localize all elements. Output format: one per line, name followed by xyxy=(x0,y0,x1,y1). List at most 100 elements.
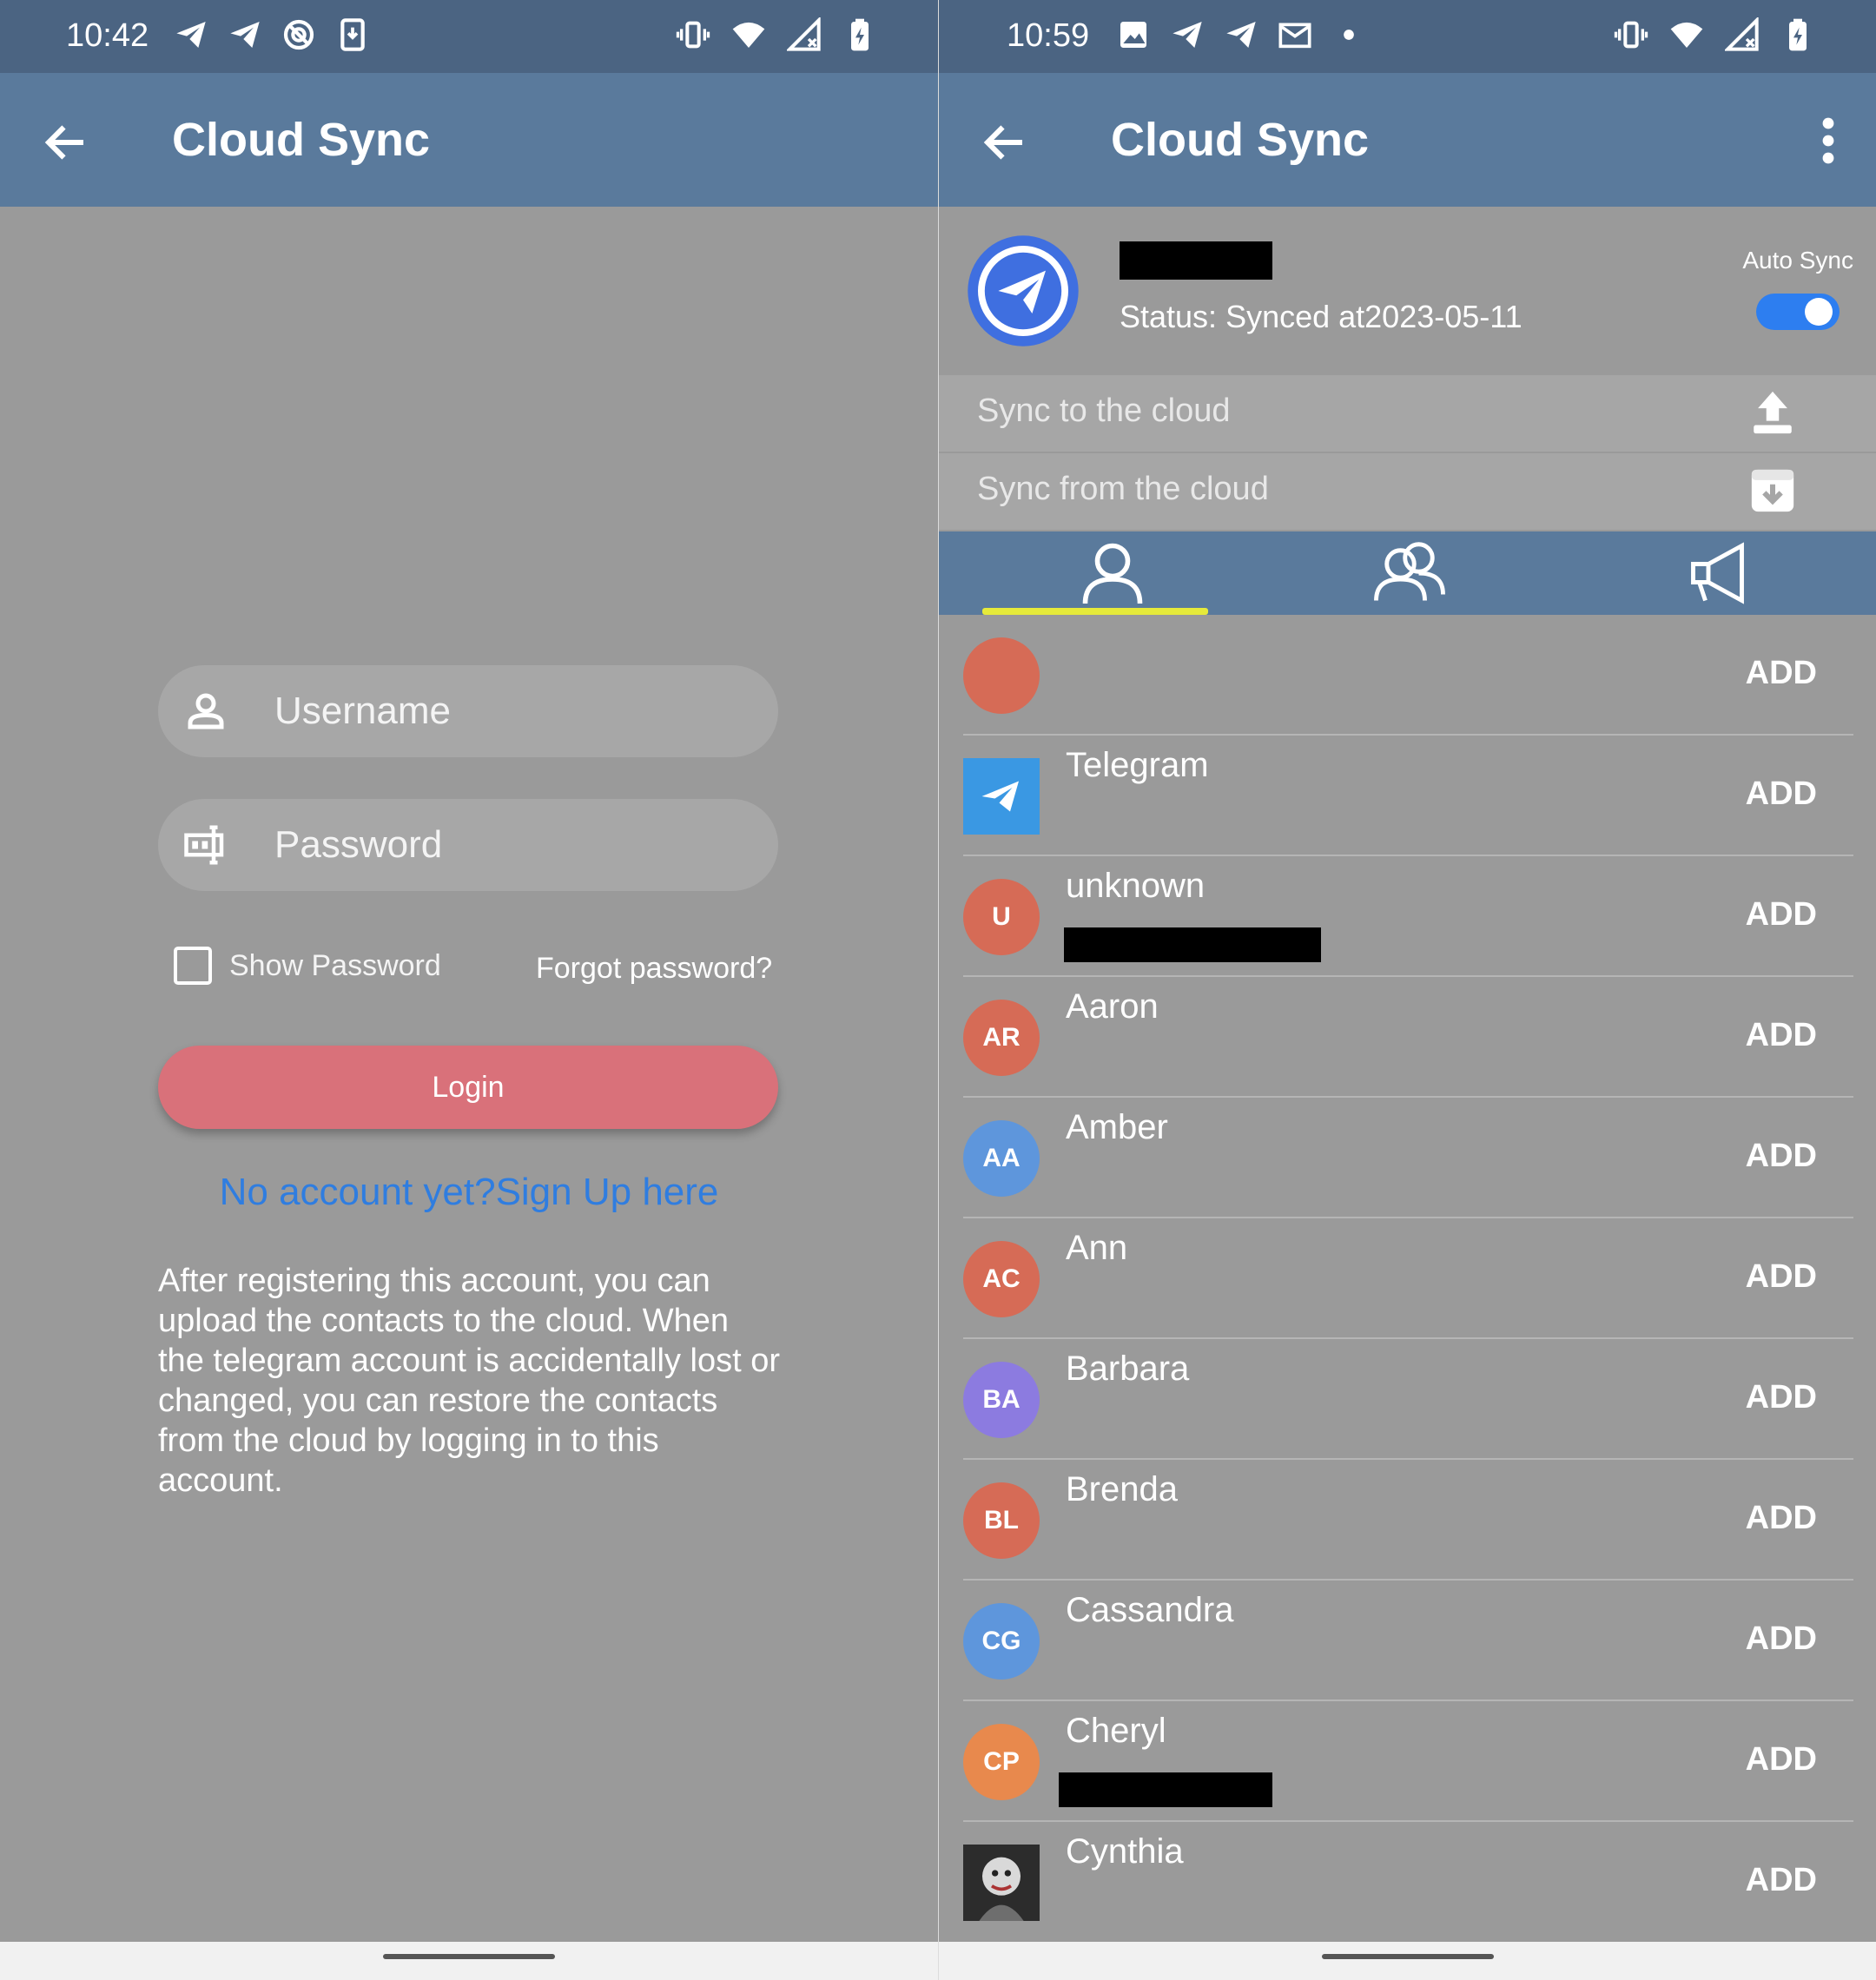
account-header: Status: Synced at2023-05-11 Auto Sync xyxy=(939,207,1876,373)
navigation-bar xyxy=(0,1942,938,1980)
add-contact-button[interactable]: ADD xyxy=(1746,1017,1817,1054)
status-notification-icons xyxy=(1116,17,1366,52)
download-notification-icon xyxy=(335,17,370,52)
group-icon xyxy=(1374,542,1445,601)
add-contact-button[interactable]: ADD xyxy=(1746,1258,1817,1296)
toggle-knob xyxy=(1805,298,1833,326)
list-item[interactable]: Cynthia ADD xyxy=(939,1822,1876,1943)
cloud-sync-screen: 10:59 Cloud Sync Status: Synced at2023-0… xyxy=(939,0,1876,1980)
info-text: After registering this account, you can … xyxy=(158,1263,781,1499)
home-gesture-handle[interactable] xyxy=(1321,1954,1494,1959)
status-notification-icons xyxy=(174,17,370,52)
avatar: CG xyxy=(963,1603,1040,1680)
list-item[interactable]: U unknown ADD xyxy=(939,856,1876,977)
list-item[interactable]: BL Brenda ADD xyxy=(939,1460,1876,1581)
avatar xyxy=(963,637,1040,714)
show-password-checkbox[interactable] xyxy=(174,947,212,985)
show-password-row[interactable]: Show Password xyxy=(174,947,441,985)
sync-to-cloud-row[interactable]: Sync to the cloud xyxy=(939,375,1876,452)
page-title: Cloud Sync xyxy=(172,114,431,166)
list-item[interactable]: BA Barbara ADD xyxy=(939,1339,1876,1460)
status-system-icons xyxy=(676,17,877,52)
password-field[interactable] xyxy=(158,799,778,891)
add-contact-button[interactable]: ADD xyxy=(1746,1741,1817,1779)
account-name-redacted xyxy=(1120,241,1272,280)
add-contact-button[interactable]: ADD xyxy=(1746,1500,1817,1537)
app-logo-icon xyxy=(967,234,1080,347)
navigation-bar xyxy=(939,1942,1876,1980)
page-title: Cloud Sync xyxy=(1111,114,1370,166)
vibrate-icon xyxy=(1614,17,1648,52)
tab-groups[interactable] xyxy=(1279,531,1540,615)
add-contact-button[interactable]: ADD xyxy=(1746,776,1817,813)
app-bar: Cloud Sync xyxy=(0,73,938,207)
login-button[interactable]: Login xyxy=(158,1046,778,1129)
tab-channels[interactable] xyxy=(1590,531,1851,615)
avatar: AC xyxy=(963,1241,1040,1317)
add-contact-button[interactable]: ADD xyxy=(1746,655,1817,692)
status-bar: 10:59 xyxy=(939,0,1876,73)
auto-sync-toggle[interactable] xyxy=(1756,294,1840,330)
telegram-notification-icon xyxy=(228,17,262,52)
add-contact-button[interactable]: ADD xyxy=(1746,1620,1817,1658)
upload-icon xyxy=(1747,387,1798,438)
password-input[interactable] xyxy=(273,816,745,874)
list-item[interactable]: AR Aaron ADD xyxy=(939,977,1876,1098)
sync-to-cloud-label: Sync to the cloud xyxy=(977,393,1231,429)
contact-name: Telegram xyxy=(1066,746,1209,784)
battery-charging-icon xyxy=(1780,17,1815,52)
show-password-label: Show Password xyxy=(229,948,441,982)
add-contact-button[interactable]: ADD xyxy=(1746,1862,1817,1899)
contact-name: Barbara xyxy=(1066,1350,1190,1388)
megaphone-icon xyxy=(1691,542,1744,604)
image-notification-icon xyxy=(1116,17,1151,52)
contact-name: Ann xyxy=(1066,1229,1128,1267)
avatar: AR xyxy=(963,1000,1040,1076)
username-field[interactable] xyxy=(158,665,778,757)
tab-indicator xyxy=(982,608,1208,615)
list-item[interactable]: ADD xyxy=(939,615,1876,736)
home-gesture-handle[interactable] xyxy=(383,1954,555,1959)
contact-name: Cassandra xyxy=(1066,1591,1234,1629)
list-item[interactable]: CG Cassandra ADD xyxy=(939,1581,1876,1701)
signup-link[interactable]: No account yet?Sign Up here xyxy=(0,1171,938,1214)
status-system-icons xyxy=(1614,17,1815,52)
avatar: CP xyxy=(963,1724,1040,1800)
list-item[interactable]: AC Ann ADD xyxy=(939,1218,1876,1339)
contact-name: Cheryl xyxy=(1066,1712,1166,1750)
more-notifications-dot-icon xyxy=(1331,17,1366,52)
mail-notification-icon xyxy=(1278,17,1312,52)
auto-sync-label: Auto Sync xyxy=(1742,247,1853,274)
tab-contacts[interactable] xyxy=(982,531,1243,615)
app-bar: Cloud Sync xyxy=(939,73,1876,207)
screens: 10:42 Cloud Sync Username Show Password … xyxy=(0,0,1876,1980)
status-bar: 10:42 xyxy=(0,0,938,73)
avatar: BL xyxy=(963,1482,1040,1559)
wifi-icon xyxy=(1669,17,1704,52)
photo-avatar-icon xyxy=(963,1845,1040,1921)
add-contact-button[interactable]: ADD xyxy=(1746,1379,1817,1416)
redacted-phone xyxy=(1059,1772,1272,1807)
forgot-password-link[interactable]: Forgot password? xyxy=(536,952,772,986)
avatar: AA xyxy=(963,1120,1040,1197)
status-time: 10:59 xyxy=(1007,17,1090,54)
add-contact-button[interactable]: ADD xyxy=(1746,896,1817,934)
redacted-phone xyxy=(1064,927,1321,962)
vibrate-icon xyxy=(676,17,710,52)
battery-charging-icon xyxy=(842,17,877,52)
wifi-icon xyxy=(731,17,766,52)
back-arrow-icon[interactable] xyxy=(40,116,92,168)
list-item[interactable]: AA Amber ADD xyxy=(939,1098,1876,1218)
back-arrow-icon[interactable] xyxy=(979,116,1031,168)
more-vert-icon[interactable] xyxy=(1815,115,1841,167)
contact-name: Amber xyxy=(1066,1108,1168,1146)
add-contact-button[interactable]: ADD xyxy=(1746,1138,1817,1175)
telegram-notification-icon xyxy=(174,17,208,52)
contact-name: Cynthia xyxy=(1066,1832,1184,1871)
sync-from-cloud-row[interactable]: Sync from the cloud xyxy=(939,453,1876,530)
list-item[interactable]: Telegram ADD xyxy=(939,736,1876,856)
telegram-notification-icon xyxy=(1224,17,1258,52)
list-item[interactable]: CP Cheryl ADD xyxy=(939,1701,1876,1822)
at-sign-icon xyxy=(281,17,316,52)
username-input[interactable] xyxy=(273,683,745,740)
